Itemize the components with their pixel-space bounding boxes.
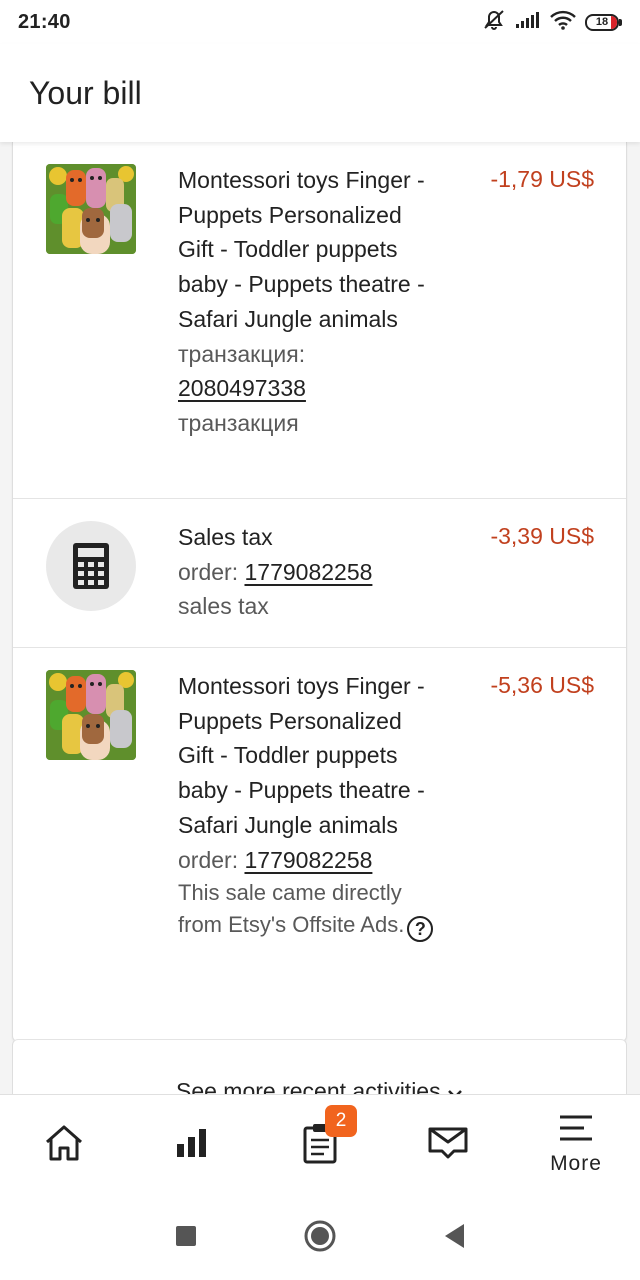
offsite-ads-note: This sale came directly from Etsy's Offs… <box>178 877 438 943</box>
messages-icon <box>428 1126 468 1165</box>
item-amount: -5,36 US$ <box>490 672 594 698</box>
back-button[interactable] <box>387 1223 521 1254</box>
status-time: 21:40 <box>18 10 71 33</box>
help-icon[interactable]: ? <box>407 916 434 943</box>
mute-icon <box>482 9 506 36</box>
bill-content[interactable]: Montessori toys Finger - Puppets Persona… <box>0 142 640 1094</box>
transaction-label: транзакция: <box>178 340 306 367</box>
nav-more-label: More <box>550 1152 602 1175</box>
see-more-card: See more recent activities <box>12 1039 627 1094</box>
list-item[interactable]: Montessori toys Finger - Puppets Persona… <box>13 142 626 499</box>
stats-icon <box>176 1128 208 1163</box>
orders-badge: 2 <box>325 1105 357 1137</box>
status-bar: 21:40 18 <box>0 0 640 44</box>
see-more-button[interactable]: See more recent activities <box>13 1078 626 1094</box>
order-link[interactable]: 1779082258 <box>244 847 372 873</box>
offsite-ads-text: This sale came directly from Etsy's Offs… <box>178 880 405 938</box>
home-icon <box>44 1124 84 1167</box>
back-triangle-icon <box>443 1223 465 1254</box>
item-details: Montessori toys Finger - Puppets Persona… <box>178 163 438 441</box>
product-thumbnail[interactable] <box>46 164 136 254</box>
list-item[interactable]: Sales tax order: 1779082258 sales tax -3… <box>13 499 626 648</box>
system-nav-bar <box>0 1196 640 1280</box>
order-label: order: <box>178 846 239 873</box>
item-title: Montessori toys Finger - Puppets Persona… <box>178 673 425 838</box>
menu-icon <box>559 1115 593 1146</box>
bottom-nav: 2 More <box>0 1094 640 1196</box>
nav-orders[interactable]: 2 <box>256 1095 384 1196</box>
battery-level: 18 <box>595 16 609 28</box>
recents-button[interactable] <box>119 1225 253 1252</box>
product-thumbnail[interactable] <box>46 670 136 760</box>
home-system-button[interactable] <box>253 1219 387 1258</box>
signal-icon <box>515 11 541 34</box>
item-amount: -3,39 US$ <box>490 523 594 549</box>
app-header: Your bill <box>0 44 640 142</box>
bill-items-card: Montessori toys Finger - Puppets Persona… <box>12 142 627 1042</box>
battery-icon: 18 <box>585 13 622 31</box>
item-details: Sales tax order: 1779082258 sales tax <box>178 520 438 624</box>
nav-more[interactable]: More <box>512 1095 640 1196</box>
wifi-icon <box>550 10 576 35</box>
calculator-icon <box>46 521 136 611</box>
nav-messages[interactable] <box>384 1095 512 1196</box>
see-more-label: See more recent activities <box>175 1078 441 1094</box>
item-amount: -1,79 US$ <box>490 166 594 192</box>
nav-stats[interactable] <box>128 1095 256 1196</box>
chevron-down-icon <box>447 1078 463 1094</box>
order-link[interactable]: 1779082258 <box>244 559 372 585</box>
circle-icon <box>303 1219 337 1258</box>
square-icon <box>175 1225 197 1252</box>
item-details: Montessori toys Finger - Puppets Persona… <box>178 669 438 943</box>
item-type-label: sales tax <box>178 593 269 620</box>
list-item[interactable]: Montessori toys Finger - Puppets Persona… <box>13 648 626 1034</box>
page-title: Your bill <box>29 74 142 111</box>
item-type-label: транзакция <box>178 409 299 436</box>
status-icons: 18 <box>482 9 622 36</box>
transaction-link[interactable]: 2080497338 <box>178 375 306 401</box>
order-label: order: <box>178 558 239 585</box>
item-title: Montessori toys Finger - Puppets Persona… <box>178 167 425 332</box>
item-title: Sales tax <box>178 524 273 550</box>
nav-home[interactable] <box>0 1095 128 1196</box>
